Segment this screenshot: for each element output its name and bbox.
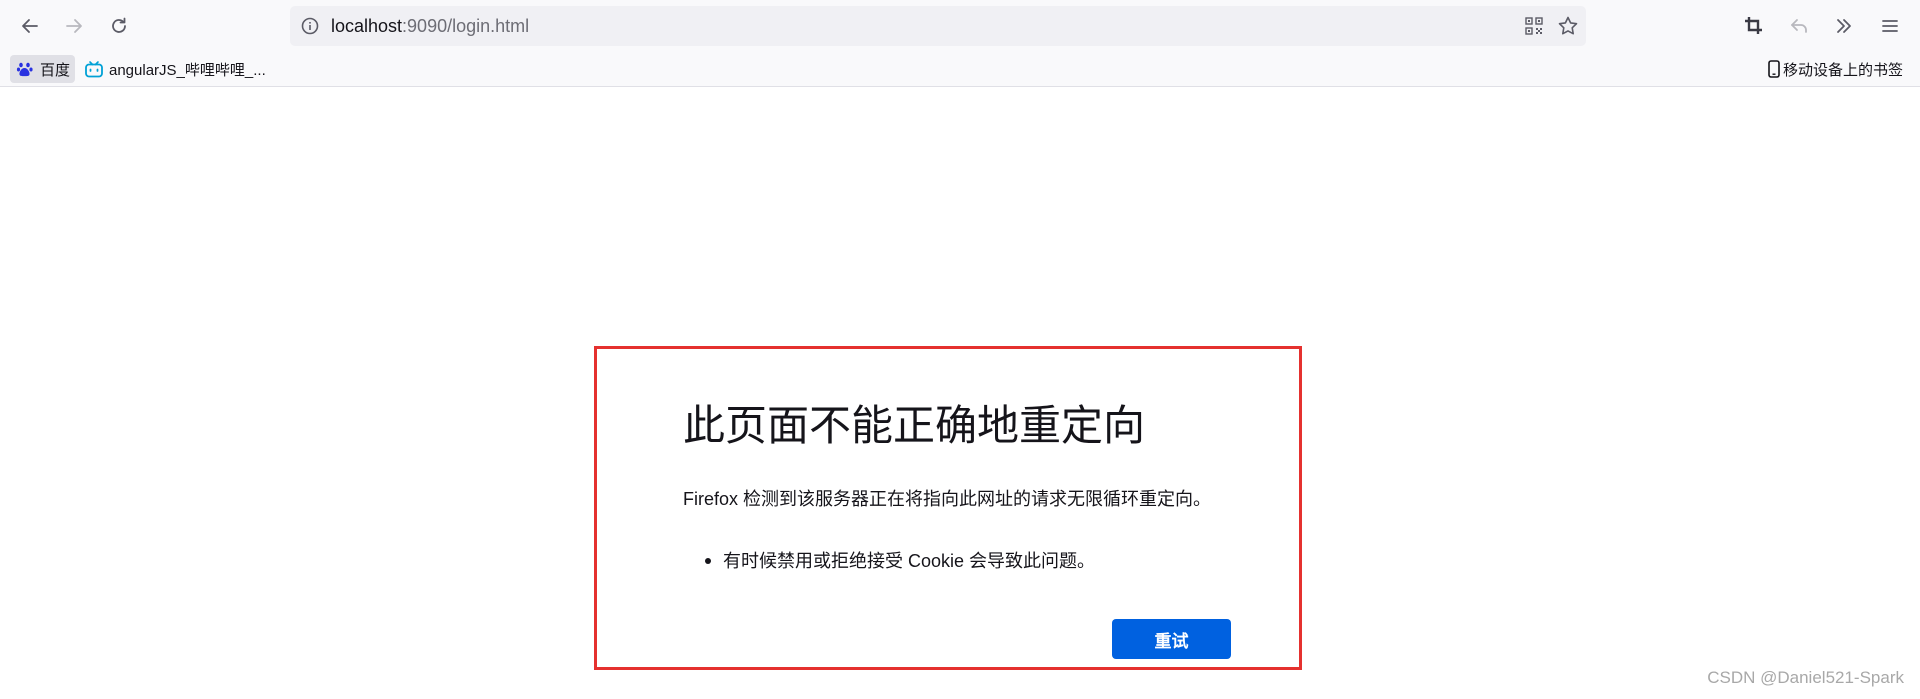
reload-button[interactable] <box>103 10 135 42</box>
url-host: localhost <box>331 16 403 36</box>
browser-chrome: localhost:9090/login.html 百度 angularJS_哔… <box>0 0 1920 87</box>
crop-icon <box>1745 17 1762 34</box>
reload-icon <box>112 17 126 33</box>
mobile-bookmarks-label: 移动设备上的书签 <box>1783 61 1904 79</box>
mobile-bookmarks[interactable]: 移动设备上的书签 <box>1762 55 1908 83</box>
mobile-device-icon <box>1767 59 1781 79</box>
bookmarks-toolbar: 百度 angularJS_哔哩哔哩_... 移动设备上的书签 <box>0 52 1920 86</box>
bookmark-label: 百度 <box>40 61 71 79</box>
hamburger-menu-icon <box>1882 20 1898 32</box>
url-path: :9090/login.html <box>402 16 530 36</box>
list-item: 有时候禁用或拒绝接受 Cookie 会导致此问题。 <box>723 551 1096 571</box>
error-title: 此页面不能正确地重定向 <box>683 402 1146 449</box>
navigation-toolbar: localhost:9090/login.html <box>0 0 1920 52</box>
bookmark-angularjs-bilibili[interactable]: angularJS_哔哩哔哩_... <box>79 55 271 83</box>
forward-arrow-icon <box>66 19 82 33</box>
error-description: Firefox 检测到该服务器正在将指向此网址的请求无限循环重定向。 <box>683 489 1212 509</box>
info-icon[interactable] <box>298 14 322 38</box>
qr-code-icon[interactable] <box>1522 14 1546 38</box>
bilibili-icon <box>84 59 104 79</box>
forward-button[interactable] <box>58 10 90 42</box>
undo-icon <box>1791 19 1807 33</box>
url-text[interactable]: localhost:9090/login.html <box>331 6 529 46</box>
app-menu-button[interactable] <box>1874 10 1906 42</box>
star-icon[interactable] <box>1556 14 1580 38</box>
retry-button[interactable]: 重试 <box>1112 619 1231 659</box>
watermark: CSDN @Daniel521-Spark <box>1707 668 1904 687</box>
back-button[interactable] <box>14 10 46 42</box>
bookmark-baidu[interactable]: 百度 <box>10 55 76 83</box>
error-container: 此页面不能正确地重定向 Firefox 检测到该服务器正在将指向此网址的请求无限… <box>594 346 1302 670</box>
double-chevron-icon <box>1837 19 1851 33</box>
back-arrow-icon <box>22 19 38 33</box>
undo-button[interactable] <box>1783 10 1815 42</box>
url-bar[interactable]: localhost:9090/login.html <box>290 6 1586 46</box>
bookmark-label: angularJS_哔哩哔哩_... <box>109 61 266 79</box>
screenshot-button[interactable] <box>1738 10 1770 42</box>
baidu-paw-icon <box>15 59 35 79</box>
overflow-button[interactable] <box>1828 10 1860 42</box>
list-bullet <box>705 558 711 564</box>
